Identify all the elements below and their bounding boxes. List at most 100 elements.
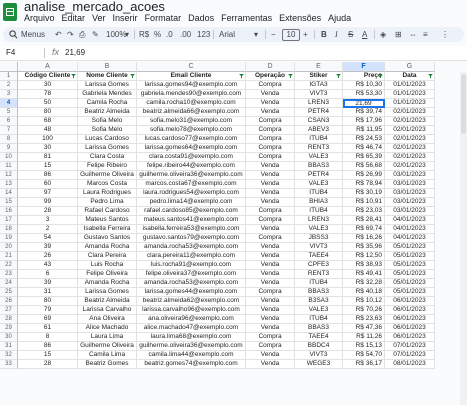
table-cell[interactable]: Venda (246, 198, 295, 207)
table-cell[interactable]: 02/01/2023 (385, 117, 435, 126)
table-cell[interactable]: R$ 47,36 (343, 324, 385, 333)
table-cell[interactable]: ana.oliveira96@exemplo.com (137, 315, 246, 324)
table-cell[interactable]: guilherme.oliveira36@exemplo.com (137, 342, 246, 351)
table-cell[interactable]: 04/01/2023 (385, 225, 435, 234)
table-cell[interactable]: B3SA3 (295, 297, 343, 306)
table-cell[interactable]: 01/01/2023 (385, 99, 435, 108)
increase-decimal-button[interactable]: .00 (180, 27, 191, 42)
table-cell[interactable]: 31 (18, 288, 78, 297)
table-cell[interactable]: camila.lima44@exemplo.com (137, 351, 246, 360)
table-cell[interactable]: 03/01/2023 (385, 189, 435, 198)
filter-icon[interactable] (71, 74, 76, 78)
column-header-b[interactable]: B (78, 62, 137, 72)
table-cell[interactable]: Beatriz Gomes (78, 360, 137, 369)
row-header[interactable]: 16 (0, 207, 18, 216)
column-title-cell[interactable]: Nome Cliente (78, 72, 137, 81)
table-cell[interactable]: 04/01/2023 (385, 234, 435, 243)
filter-icon[interactable] (336, 74, 341, 78)
table-cell[interactable]: amanda.rocha53@exemplo.com (137, 279, 246, 288)
table-cell[interactable]: Camila Lima (78, 351, 137, 360)
table-cell[interactable]: 08/01/2023 (385, 360, 435, 369)
table-cell[interactable]: R$ 10,30 (343, 81, 385, 90)
table-cell[interactable]: 97 (18, 189, 78, 198)
table-cell[interactable]: 04/01/2023 (385, 216, 435, 225)
table-cell[interactable]: PETR4 (295, 171, 343, 180)
table-cell[interactable]: WEGE3 (295, 360, 343, 369)
table-cell[interactable]: Venda (246, 225, 295, 234)
table-cell[interactable]: R$ 24,53 (343, 135, 385, 144)
document-title[interactable]: analise_mercado_acoes (24, 0, 165, 14)
table-cell[interactable]: Venda (246, 306, 295, 315)
table-cell[interactable]: Compra (246, 117, 295, 126)
table-cell[interactable]: R$ 23,63 (343, 315, 385, 324)
formula-input[interactable]: 21,69 (65, 48, 85, 57)
table-cell[interactable]: 15 (18, 162, 78, 171)
table-cell[interactable]: R$ 11,95 (343, 126, 385, 135)
table-cell[interactable]: IGTA3 (295, 81, 343, 90)
bold-button[interactable]: B (321, 27, 327, 42)
table-cell[interactable]: amanda.rocha53@exemplo.com (137, 243, 246, 252)
table-cell[interactable]: 28 (18, 360, 78, 369)
table-cell[interactable]: Compra (246, 333, 295, 342)
menu-item-extensões[interactable]: Extensões (279, 13, 321, 24)
row-header[interactable]: 33 (0, 360, 18, 369)
table-cell[interactable]: R$ 78,94 (343, 180, 385, 189)
sheets-logo-icon[interactable] (3, 3, 17, 21)
table-cell[interactable]: Venda (246, 180, 295, 189)
table-cell[interactable]: Venda (246, 324, 295, 333)
table-cell[interactable]: Marcos Costa (78, 180, 137, 189)
row-header[interactable]: 3 (0, 90, 18, 99)
scrollbar-thumb[interactable] (461, 74, 466, 134)
table-cell[interactable]: 03/01/2023 (385, 171, 435, 180)
table-cell[interactable]: Alice Machado (78, 324, 137, 333)
table-cell[interactable]: 50 (18, 99, 78, 108)
table-cell[interactable]: Amanda Rocha (78, 279, 137, 288)
row-header[interactable]: 20 (0, 243, 18, 252)
table-cell[interactable]: larissa.gomes64@exemplo.com (137, 144, 246, 153)
table-cell[interactable]: JBSS3 (295, 234, 343, 243)
table-cell[interactable]: 07/01/2023 (385, 342, 435, 351)
column-header-g[interactable]: G (385, 62, 435, 72)
table-cell[interactable]: 26 (18, 252, 78, 261)
row-header[interactable]: 21 (0, 252, 18, 261)
search-menus-label[interactable]: Menus (21, 27, 45, 42)
table-cell[interactable]: Venda (246, 189, 295, 198)
table-cell[interactable]: Venda (246, 360, 295, 369)
table-cell[interactable]: R$ 65,39 (343, 153, 385, 162)
row-header[interactable]: 8 (0, 135, 18, 144)
table-cell[interactable]: Venda (246, 108, 295, 117)
table-cell[interactable]: 03/01/2023 (385, 180, 435, 189)
row-header[interactable]: 22 (0, 261, 18, 270)
table-cell[interactable]: Venda (246, 315, 295, 324)
row-header[interactable]: 6 (0, 117, 18, 126)
table-cell[interactable]: 05/01/2023 (385, 288, 435, 297)
table-cell[interactable]: Venda (246, 351, 295, 360)
table-cell[interactable]: R$ 32,28 (343, 279, 385, 288)
table-cell[interactable]: Venda (246, 162, 295, 171)
table-cell[interactable]: Larissa Gomes (78, 81, 137, 90)
table-cell[interactable]: Compra (246, 234, 295, 243)
table-cell[interactable]: Gustavo Santos (78, 234, 137, 243)
table-cell[interactable]: R$ 70,26 (343, 306, 385, 315)
table-cell[interactable]: larissa.carvalho96@exemplo.com (137, 306, 246, 315)
table-cell[interactable]: Clara Pereira (78, 252, 137, 261)
table-cell[interactable]: 86 (18, 342, 78, 351)
column-header-a[interactable]: A (18, 62, 78, 72)
row-header[interactable]: 4 (0, 99, 18, 108)
table-cell[interactable]: Guilherme Oliveira (78, 342, 137, 351)
row-header[interactable]: 27 (0, 306, 18, 315)
table-cell[interactable]: isabella.ferreira53@exemplo.com (137, 225, 246, 234)
filter-icon[interactable] (239, 74, 244, 78)
decrease-decimal-button[interactable]: .0 (166, 27, 173, 42)
table-cell[interactable]: larissa.gomes44@exemplo.com (137, 288, 246, 297)
print-icon[interactable]: ⎙ (79, 27, 85, 42)
row-header[interactable]: 17 (0, 216, 18, 225)
table-cell[interactable]: Ana Oliveira (78, 315, 137, 324)
table-cell[interactable]: 06/01/2023 (385, 333, 435, 342)
table-cell[interactable]: 01/01/2023 (385, 81, 435, 90)
table-cell[interactable]: ITUB4 (295, 135, 343, 144)
menu-item-formatar[interactable]: Formatar (145, 13, 182, 24)
table-cell[interactable]: Clara Costa (78, 153, 137, 162)
table-cell[interactable]: larissa.gomes94@exemplo.com (137, 81, 246, 90)
table-cell[interactable]: R$ 10,91 (343, 198, 385, 207)
